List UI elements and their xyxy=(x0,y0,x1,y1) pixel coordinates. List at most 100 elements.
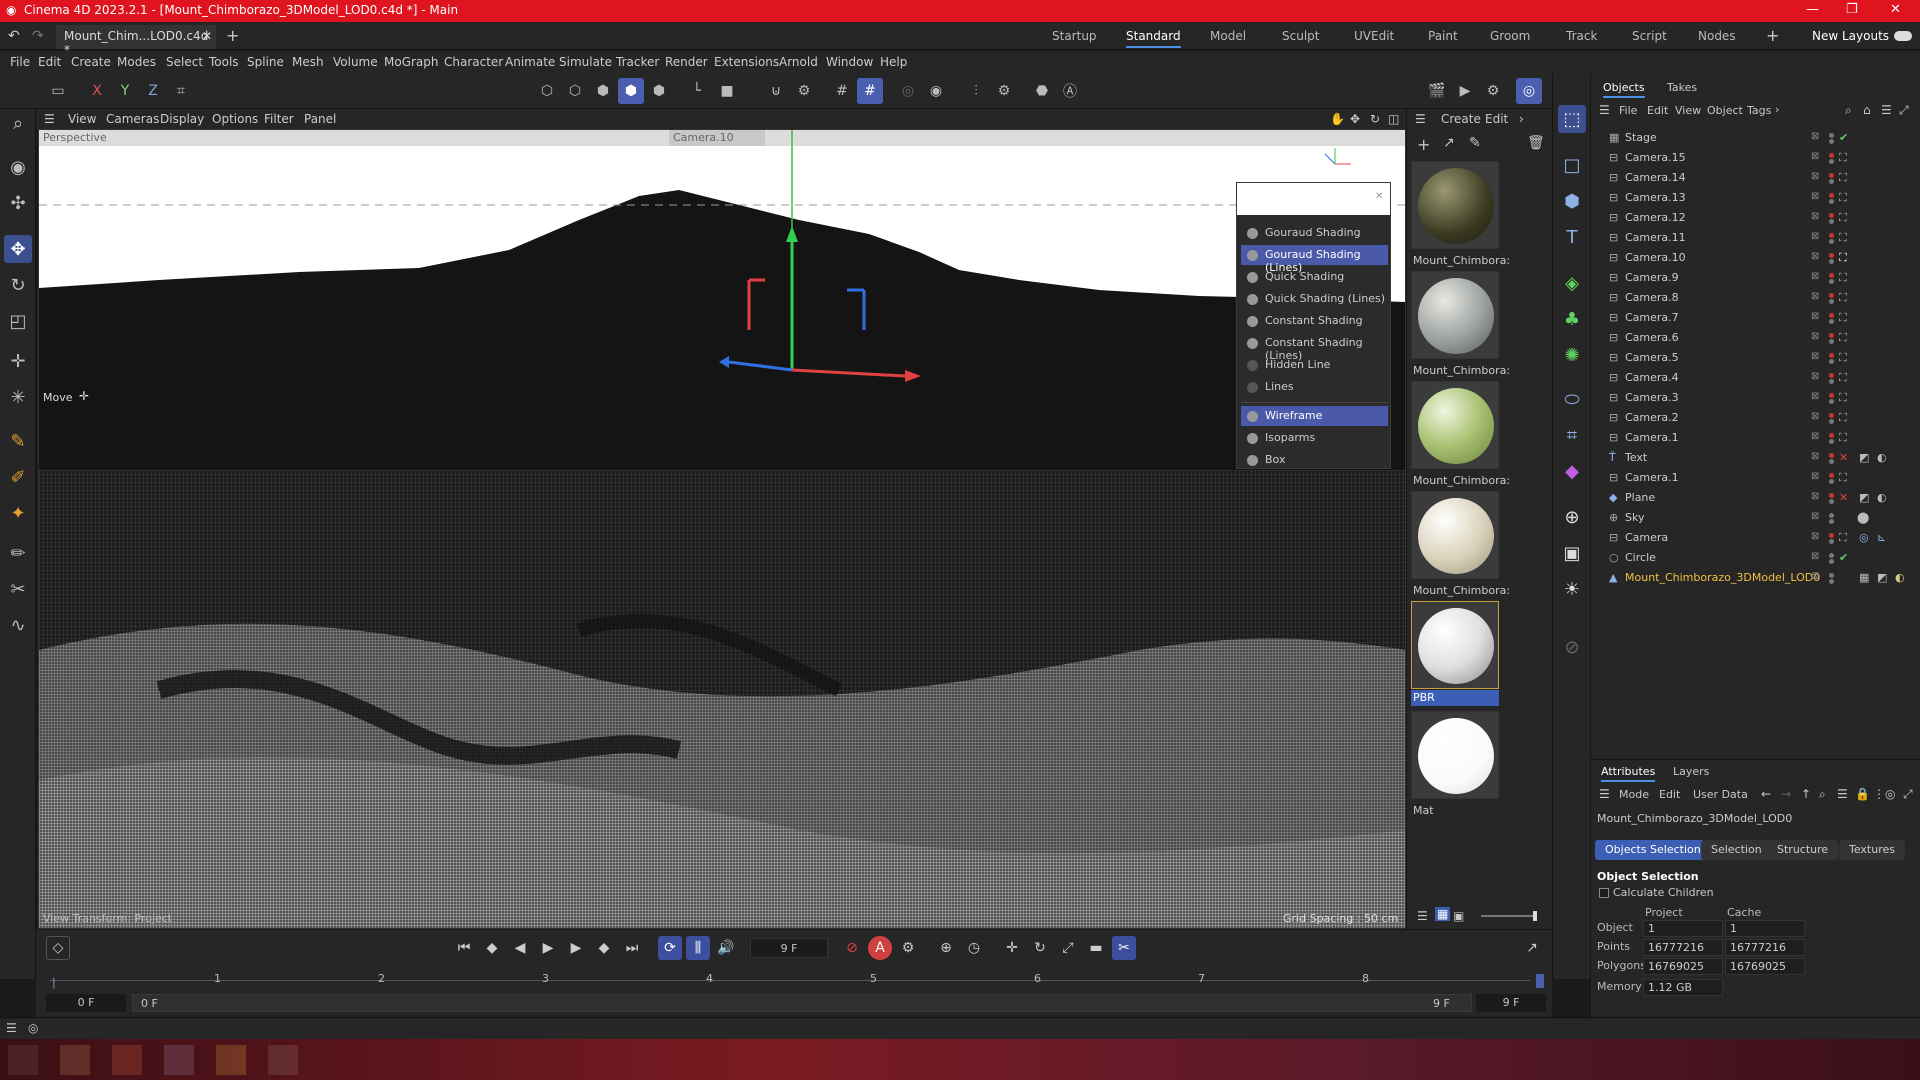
redo-icon[interactable]: ↷ xyxy=(32,28,44,44)
visibility-dot-icon[interactable] xyxy=(1829,233,1834,238)
minimize-icon[interactable]: — xyxy=(1806,2,1819,17)
autokey-icon[interactable]: A xyxy=(868,936,892,960)
playhead-marker[interactable] xyxy=(1536,974,1544,988)
knife-icon[interactable]: ✂ xyxy=(4,575,32,603)
layout-tab-track[interactable]: Track xyxy=(1566,29,1597,43)
edit-check-icon[interactable]: ⊠ xyxy=(1811,231,1819,242)
edit-render-settings-icon[interactable]: ⚙ xyxy=(1480,78,1506,104)
edit-check-icon[interactable]: ⊠ xyxy=(1811,431,1819,442)
orbit-icon[interactable]: ↻ xyxy=(1370,112,1380,126)
render-dot-icon[interactable] xyxy=(1829,479,1834,484)
menu-modes[interactable]: Modes xyxy=(117,55,156,69)
visibility-dot-icon[interactable] xyxy=(1829,493,1834,498)
object-row-camera-10[interactable]: ⊟ Camera.10 ⊠ ⛶ xyxy=(1591,248,1920,268)
render-dot-icon[interactable] xyxy=(1829,499,1834,504)
text-object-icon[interactable]: T xyxy=(1558,223,1586,251)
scale-key-icon[interactable]: ⤢ xyxy=(1056,936,1080,960)
shading-wireframe[interactable]: Wireframe xyxy=(1241,406,1388,426)
rotate-tool-icon[interactable]: ↻ xyxy=(4,271,32,299)
enabled-check-icon[interactable]: ✔ xyxy=(1839,551,1848,564)
point-level-key-icon[interactable]: ✂ xyxy=(1112,936,1136,960)
render-dot-icon[interactable] xyxy=(1829,559,1834,564)
shading-quick-lines[interactable]: Quick Shading (Lines) xyxy=(1241,289,1388,309)
material-menu-edit[interactable]: Edit xyxy=(1485,112,1508,126)
play-mode-icon[interactable]: ⫼ xyxy=(686,936,710,960)
visibility-dot-icon[interactable] xyxy=(1829,553,1834,558)
material-tag-icon[interactable]: ◐ xyxy=(1877,491,1887,504)
viewport-hamburger-icon[interactable]: ☰ xyxy=(44,112,55,126)
visibility-dot-icon[interactable] xyxy=(1829,353,1834,358)
interactive-render-icon[interactable]: ⬣ xyxy=(1029,78,1055,104)
go-to-end-icon[interactable]: ⏭ xyxy=(620,936,644,960)
attributes-target-icon[interactable]: ◎ xyxy=(1885,787,1895,801)
new-tab-icon[interactable]: + xyxy=(226,26,239,45)
deformer-icon[interactable]: ✺ xyxy=(1558,341,1586,369)
keyframe-properties-icon[interactable]: ◷ xyxy=(962,936,986,960)
edit-check-icon[interactable]: ⊠ xyxy=(1811,551,1819,562)
camera-icon[interactable]: ▣ xyxy=(1558,539,1586,567)
object-row-camera-5[interactable]: ⊟ Camera.5 ⊠ ⛶ xyxy=(1591,348,1920,368)
pan-icon[interactable]: ✋ xyxy=(1330,112,1345,126)
menu-render[interactable]: Render xyxy=(665,55,708,69)
status-menu-icon[interactable]: ☰ xyxy=(6,1021,17,1035)
camera-tag-icon[interactable]: ⛶ xyxy=(1839,271,1847,285)
material-tag-icon[interactable]: ◐ xyxy=(1877,451,1887,464)
viewport-menu-view[interactable]: View xyxy=(68,112,96,126)
selection-options-icon[interactable]: ✣ xyxy=(4,189,32,217)
tab-takes[interactable]: Takes xyxy=(1667,81,1697,94)
previous-key-icon[interactable]: ◆ xyxy=(480,936,504,960)
rotation-key-icon[interactable]: ↻ xyxy=(1028,936,1052,960)
start-frame-field[interactable]: 0 F xyxy=(46,994,126,1012)
generator-icon[interactable]: ◈ xyxy=(1558,269,1586,297)
spline-object-icon[interactable]: ◆ xyxy=(1558,457,1586,485)
viewport-menu-panel[interactable]: Panel xyxy=(304,112,336,126)
protection-tag-icon[interactable]: ⊾ xyxy=(1877,531,1886,544)
arrow-tool-icon[interactable]: ↗ xyxy=(1443,135,1455,151)
points-mode-icon[interactable]: ⬡ xyxy=(534,78,560,104)
menu-tools[interactable]: Tools xyxy=(209,55,239,69)
key-settings-icon[interactable]: ⚙ xyxy=(896,936,920,960)
visibility-dot-icon[interactable] xyxy=(1829,173,1834,178)
visibility-dot-icon[interactable] xyxy=(1829,273,1834,278)
edit-check-icon[interactable]: ⊠ xyxy=(1811,491,1819,502)
search-icon[interactable]: ⌕ xyxy=(4,109,32,137)
render-dot-icon[interactable] xyxy=(1829,239,1834,244)
object-row-stage[interactable]: ▦ Stage ⊠ ✔ xyxy=(1591,128,1920,148)
objects-home-icon[interactable]: ⌂ xyxy=(1863,103,1871,117)
large-view-icon[interactable]: ▣ xyxy=(1453,909,1464,923)
object-row-camera-12[interactable]: ⊟ Camera.12 ⊠ ⛶ xyxy=(1591,208,1920,228)
next-key-icon[interactable]: ◆ xyxy=(592,936,616,960)
material-tag-icon[interactable]: ◐ xyxy=(1895,571,1905,584)
visibility-dot-icon[interactable] xyxy=(1829,333,1834,338)
play-icon[interactable]: ▶ xyxy=(536,936,560,960)
render-dot-icon[interactable] xyxy=(1829,359,1834,364)
undo-icon[interactable]: ↶ xyxy=(8,28,20,44)
edit-check-icon[interactable]: ⊠ xyxy=(1811,571,1819,582)
visibility-dot-icon[interactable] xyxy=(1829,293,1834,298)
menu-mograph[interactable]: MoGraph xyxy=(384,55,439,69)
object-row-camera-13[interactable]: ⊟ Camera.13 ⊠ ⛶ xyxy=(1591,188,1920,208)
subtab-selection[interactable]: Selection xyxy=(1701,840,1772,860)
subtab-objects-selection[interactable]: Objects Selection xyxy=(1595,840,1711,860)
object-row-camera-9[interactable]: ⊟ Camera.9 ⊠ ⛶ xyxy=(1591,268,1920,288)
layout-tab-paint[interactable]: Paint xyxy=(1428,29,1458,43)
tweak-mode-icon[interactable]: ■ xyxy=(714,78,740,104)
camera-tag-icon[interactable]: ⛶ xyxy=(1839,391,1847,405)
material-thumb-2[interactable] xyxy=(1411,271,1499,359)
edit-check-icon[interactable]: ⊠ xyxy=(1811,131,1819,142)
edit-check-icon[interactable]: ⊠ xyxy=(1811,191,1819,202)
environment-icon[interactable]: ⊕ xyxy=(1558,503,1586,531)
visibility-dot-icon[interactable] xyxy=(1829,433,1834,438)
visibility-dot-icon[interactable] xyxy=(1829,533,1834,538)
object-row-camera-1[interactable]: ⊟ Camera.1 ⊠ ⛶ xyxy=(1591,428,1920,448)
snap-icon[interactable]: ⊍ xyxy=(763,78,789,104)
shading-constant[interactable]: Constant Shading xyxy=(1241,311,1388,331)
lock-icon[interactable]: 🔒 xyxy=(1855,787,1870,801)
close-tab-icon[interactable]: ✕ xyxy=(202,29,212,43)
edit-check-icon[interactable]: ⊠ xyxy=(1811,511,1819,522)
material-thumb-3[interactable] xyxy=(1411,381,1499,469)
disabled-x-icon[interactable]: ✕ xyxy=(1839,491,1848,504)
visibility-dot-icon[interactable] xyxy=(1829,373,1834,378)
camera-tag-icon[interactable]: ⛶ xyxy=(1839,311,1847,325)
shading-gouraud[interactable]: Gouraud Shading xyxy=(1241,223,1388,243)
